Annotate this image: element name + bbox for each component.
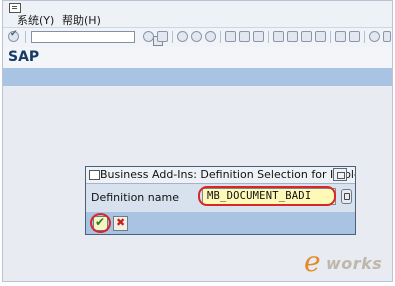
dialog-titlebar[interactable]: Business Add-Ins: Definition Selection f… [86, 167, 355, 184]
standard-toolbar [3, 27, 392, 48]
cancel-button[interactable]: ✖ [113, 216, 128, 231]
value-help-icon[interactable] [341, 189, 352, 204]
definition-selection-dialog: Business Add-Ins: Definition Selection f… [85, 166, 356, 235]
title-bar: SAP [3, 47, 392, 68]
new-session-icon[interactable] [335, 31, 346, 42]
dialog-menu-icon[interactable] [333, 168, 347, 181]
definition-name-value: MB_DOCUMENT_BADI [207, 190, 312, 202]
definition-name-label: Definition name [91, 191, 179, 204]
last-page-icon[interactable] [315, 31, 326, 42]
application-toolbar [3, 68, 392, 86]
first-page-icon[interactable] [273, 31, 284, 42]
toolbar-separator [220, 31, 221, 43]
eworks-watermark: e works [304, 245, 392, 278]
shortcut-icon[interactable] [349, 31, 360, 42]
definition-name-field[interactable]: MB_DOCUMENT_BADI [202, 188, 336, 205]
page-title: SAP [8, 49, 40, 65]
layout-icon[interactable] [383, 31, 391, 42]
back-icon[interactable] [143, 31, 154, 42]
watermark-works: works [326, 254, 383, 273]
enter-icon[interactable] [8, 29, 19, 42]
menu-system[interactable]: 系统(Y) [17, 12, 54, 28]
next-page-icon[interactable] [301, 31, 312, 42]
command-field[interactable] [31, 31, 163, 46]
toolbar-separator [172, 31, 173, 43]
exit-icon[interactable] [191, 31, 202, 42]
find-icon[interactable] [239, 31, 250, 42]
print-icon[interactable] [225, 31, 236, 42]
save-icon[interactable] [157, 31, 168, 42]
toolbar-separator [25, 31, 26, 43]
toolbar-separator [330, 31, 331, 43]
dialog-title: Business Add-Ins: Definition Selection f… [100, 168, 355, 181]
sap-window: 系统(Y) 帮助(H) SAP Bu [2, 0, 393, 282]
menu-help[interactable]: 帮助(H) [62, 12, 101, 28]
previous-page-icon[interactable] [287, 31, 298, 42]
find-next-icon[interactable] [253, 31, 264, 42]
dialog-footer: ✔ ✖ [86, 212, 355, 234]
cancel-x-icon: ✖ [116, 216, 126, 229]
cancel-icon[interactable] [205, 31, 216, 42]
toolbar-separator [268, 31, 269, 43]
help-icon[interactable] [369, 31, 380, 42]
dialog-window-icon [89, 170, 100, 180]
confirm-highlight-circle [90, 213, 111, 233]
watermark-e: e [304, 245, 321, 278]
menu-bar: 系统(Y) 帮助(H) [3, 1, 392, 27]
back-nav-icon[interactable] [177, 31, 188, 42]
toolbar-separator [364, 31, 365, 43]
